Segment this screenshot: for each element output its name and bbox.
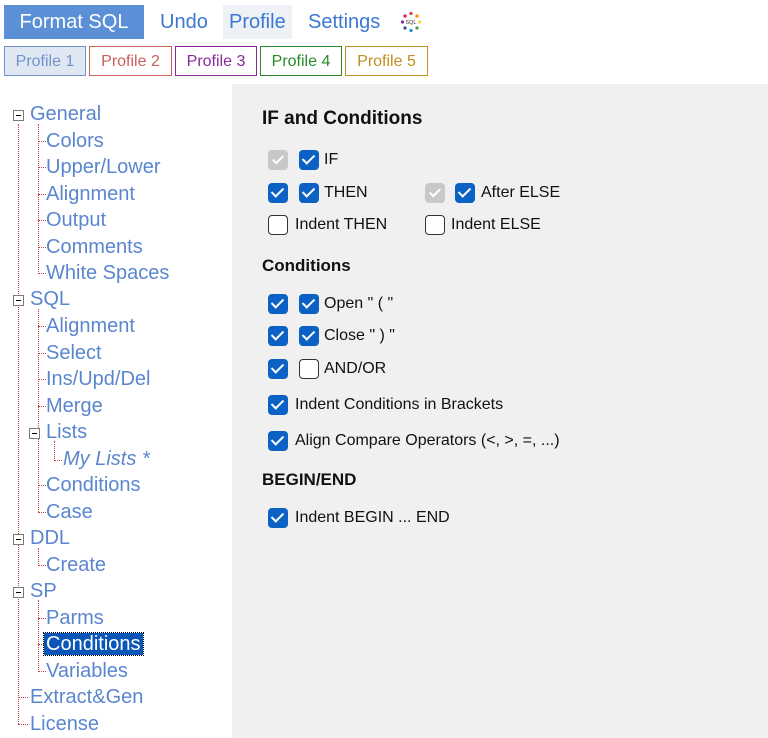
collapse-ddl-icon[interactable] [13, 534, 24, 545]
if-checkbox[interactable] [299, 150, 319, 170]
indent-then-label: Indent THEN [295, 216, 388, 233]
settings-tree: General Colors Upper/Lower Alignment Out… [0, 84, 232, 738]
tree-line [38, 309, 39, 512]
tree-line [38, 124, 39, 274]
tree-merge[interactable]: Merge [46, 393, 103, 419]
indent-begin-label: Indent BEGIN ... END [295, 509, 450, 526]
undo-link[interactable]: Undo [154, 5, 214, 39]
tree-my-lists[interactable]: My Lists * [63, 446, 150, 472]
sql-logo-icon[interactable]: SQL [400, 11, 422, 33]
after-else-checkbox-disabled [425, 183, 445, 203]
svg-text:SQL: SQL [405, 20, 416, 26]
indent-brackets-checkbox[interactable] [268, 395, 288, 415]
tree-select[interactable]: Select [46, 340, 102, 366]
then-checkbox-left[interactable] [268, 183, 288, 203]
collapse-lists-icon[interactable] [29, 428, 40, 439]
profile-tab-3[interactable]: Profile 3 [175, 46, 257, 76]
tree-ddl[interactable]: DDL [30, 525, 70, 551]
section-title-conditions: Conditions [262, 256, 351, 275]
collapse-sql-icon[interactable] [13, 295, 24, 306]
collapse-general-icon[interactable] [13, 110, 24, 121]
tree-general[interactable]: General [30, 101, 101, 127]
tree-sql-alignment[interactable]: Alignment [46, 313, 135, 339]
tree-white-spaces[interactable]: White Spaces [46, 260, 169, 286]
tree-sql-conditions[interactable]: Conditions [46, 472, 141, 498]
tree-parms[interactable]: Parms [46, 605, 104, 631]
if-checkbox-disabled [268, 150, 288, 170]
tree-upper-lower[interactable]: Upper/Lower [46, 154, 161, 180]
tree-license[interactable]: License [30, 711, 99, 737]
tree-variables[interactable]: Variables [46, 658, 128, 684]
tree-ins-upd-del[interactable]: Ins/Upd/Del [46, 366, 151, 392]
indent-brackets-label: Indent Conditions in Brackets [295, 396, 504, 413]
open-checkbox[interactable] [299, 294, 319, 314]
tree-lists[interactable]: Lists [46, 419, 87, 445]
toolbar: Format SQL Undo Profile Settings SQL Pro… [0, 0, 768, 84]
options-panel: IF and Conditions IF THEN After ELSE Ind… [232, 84, 768, 738]
indent-else-checkbox[interactable] [425, 215, 445, 235]
profile-tab-4[interactable]: Profile 4 [260, 46, 342, 76]
tree-create[interactable]: Create [46, 552, 106, 578]
tree-colors[interactable]: Colors [46, 128, 104, 154]
tree-output[interactable]: Output [46, 207, 106, 233]
collapse-sp-icon[interactable] [13, 587, 24, 598]
section-title-if: IF and Conditions [262, 108, 423, 129]
close-checkbox[interactable] [299, 326, 319, 346]
profile-tab-5[interactable]: Profile 5 [345, 46, 428, 76]
format-sql-button[interactable]: Format SQL [4, 5, 144, 39]
open-checkbox-left[interactable] [268, 294, 288, 314]
andor-label: AND/OR [324, 360, 387, 377]
after-else-label: After ELSE [481, 184, 561, 201]
align-compare-checkbox[interactable] [268, 431, 288, 451]
indent-begin-checkbox[interactable] [268, 508, 288, 528]
tree-sp[interactable]: SP [30, 578, 57, 604]
then-label: THEN [324, 184, 368, 201]
after-else-checkbox[interactable] [455, 183, 475, 203]
settings-link[interactable]: Settings [302, 5, 386, 39]
indent-else-label: Indent ELSE [451, 216, 541, 233]
tree-comments[interactable]: Comments [46, 234, 143, 260]
andor-checkbox-left[interactable] [268, 359, 288, 379]
close-label: Close " ) " [324, 327, 395, 344]
tree-sql[interactable]: SQL [30, 286, 70, 312]
tree-line [18, 124, 19, 724]
profile-tab-2[interactable]: Profile 2 [89, 46, 172, 76]
if-label: IF [324, 151, 339, 168]
tree-alignment[interactable]: Alignment [46, 181, 135, 207]
section-title-begin-end: BEGIN/END [262, 470, 357, 489]
indent-then-checkbox[interactable] [268, 215, 288, 235]
close-checkbox-left[interactable] [268, 326, 288, 346]
tree-sp-conditions[interactable]: Conditions [43, 631, 144, 657]
andor-checkbox[interactable] [299, 359, 319, 379]
tree-extract-gen[interactable]: Extract&Gen [30, 684, 143, 710]
tree-case[interactable]: Case [46, 499, 93, 525]
open-label: Open " ( " [324, 295, 394, 312]
align-compare-label: Align Compare Operators (<, >, =, ...) [295, 432, 560, 449]
tree-line [38, 600, 39, 672]
profile-tab-1[interactable]: Profile 1 [4, 46, 86, 76]
profile-link[interactable]: Profile [223, 5, 292, 39]
then-checkbox[interactable] [299, 183, 319, 203]
